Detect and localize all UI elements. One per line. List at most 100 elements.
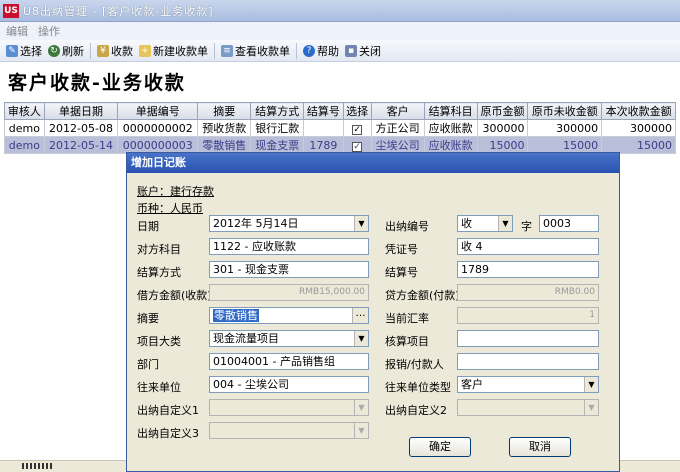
receipt-table: 审核人 单据日期 单据编号 摘要 结算方式 结算号 选择 客户 结算科目 原币金… xyxy=(4,102,676,154)
settle-method-field[interactable]: 301 - 现金支票 xyxy=(209,261,369,278)
cell-method: 银行汇款 xyxy=(250,119,305,137)
custom3-select[interactable]: ▼ xyxy=(209,422,369,439)
debit-label: 借方金额(收款) xyxy=(137,289,212,302)
voucher-no-field[interactable]: 收 4 xyxy=(457,238,599,255)
receive-icon: ¥ xyxy=(97,44,109,57)
reimburse-field[interactable] xyxy=(457,353,599,370)
custom2-label: 出纳自定义2 xyxy=(385,404,447,417)
chevron-down-icon[interactable]: ▼ xyxy=(498,216,512,231)
cell-number: 0000000002 xyxy=(117,119,199,137)
cell-summary: 零散销售 xyxy=(197,136,252,154)
col-number[interactable]: 单据编号 xyxy=(117,102,199,120)
cell-select[interactable]: ✓ xyxy=(342,119,372,137)
table-row[interactable]: demo 2012-05-08 0000000002 预收货款 银行汇款 ✓ 方… xyxy=(4,119,676,137)
cell-settle-no xyxy=(303,119,344,137)
cell-settle-no: 1789 xyxy=(303,136,344,154)
custom2-select[interactable]: ▼ xyxy=(457,399,599,416)
close-icon: ▪ xyxy=(345,44,357,57)
custom1-select[interactable]: ▼ xyxy=(209,399,369,416)
toolbar: ✎ 选择 ↻ 刷新 ¥ 收款 + 新建收款单 ≡ 查看收款单 ? 帮助 ▪ 关闭 xyxy=(0,40,680,62)
select-checkbox[interactable]: ✓ xyxy=(352,124,363,135)
cashier-no-field[interactable]: 0003 xyxy=(539,215,599,232)
help-button[interactable]: ? 帮助 xyxy=(300,42,342,60)
cell-this-amount[interactable]: 15000 xyxy=(601,136,676,154)
col-this-amount[interactable]: 本次收款金额 xyxy=(601,102,676,120)
menu-edit[interactable]: 编辑 xyxy=(6,23,28,39)
credit-label: 贷方金额(付款) xyxy=(385,289,460,302)
select-button[interactable]: ✎ 选择 xyxy=(3,42,45,60)
col-unpaid[interactable]: 原币未收金额 xyxy=(527,102,603,120)
partner-field[interactable]: 004 - 尘埃公司 xyxy=(209,376,369,393)
col-auditor[interactable]: 审核人 xyxy=(4,102,45,120)
view-receipt-button[interactable]: ≡ 查看收款单 xyxy=(218,42,293,60)
reimburse-label: 报销/付款人 xyxy=(385,358,444,371)
col-account[interactable]: 结算科目 xyxy=(423,102,478,120)
counter-subject-field[interactable]: 1122 - 应收账款 xyxy=(209,238,369,255)
select-checkbox[interactable]: ✓ xyxy=(352,141,363,152)
toolbar-separator xyxy=(214,42,215,59)
chevron-down-icon[interactable]: ▼ xyxy=(354,400,368,415)
col-date[interactable]: 单据日期 xyxy=(43,102,119,120)
cancel-button[interactable]: 取消 xyxy=(509,437,571,457)
table-row[interactable]: demo 2012-05-14 0000000003 零散销售 现金支票 178… xyxy=(4,136,676,154)
chevron-down-icon[interactable]: ▼ xyxy=(354,423,368,438)
col-amount[interactable]: 原币金额 xyxy=(476,102,529,120)
table-header-row: 审核人 单据日期 单据编号 摘要 结算方式 结算号 选择 客户 结算科目 原币金… xyxy=(4,102,676,120)
summary-field[interactable]: 零散销售 … xyxy=(209,307,369,324)
col-summary[interactable]: 摘要 xyxy=(197,102,252,120)
col-method[interactable]: 结算方式 xyxy=(250,102,305,120)
cell-customer: 尘埃公司 xyxy=(370,136,425,154)
cell-this-amount[interactable]: 300000 xyxy=(601,119,676,137)
credit-field[interactable]: RMB0.00 xyxy=(457,284,599,301)
partner-type-select[interactable]: 客户 ▼ xyxy=(457,376,599,393)
custom3-label: 出纳自定义3 xyxy=(137,427,199,440)
cell-select[interactable]: ✓ xyxy=(342,136,372,154)
cell-amount: 15000 xyxy=(476,136,529,154)
cell-customer: 方正公司 xyxy=(370,119,425,137)
dept-field[interactable]: 01004001 - 产品销售组 xyxy=(209,353,369,370)
more-icon[interactable]: … xyxy=(352,308,368,323)
project-class-select[interactable]: 现金流量项目 ▼ xyxy=(209,330,369,347)
debit-field[interactable]: RMB15,000.00 xyxy=(209,284,369,301)
menu-operate[interactable]: 操作 xyxy=(38,23,60,39)
col-select[interactable]: 选择 xyxy=(342,102,372,120)
refresh-button[interactable]: ↻ 刷新 xyxy=(45,42,87,60)
rate-field[interactable]: 1 xyxy=(457,307,599,324)
col-settle-no[interactable]: 结算号 xyxy=(303,102,344,120)
progress-dots xyxy=(22,463,52,469)
select-icon: ✎ xyxy=(6,44,18,57)
cell-date: 2012-05-08 xyxy=(43,119,119,137)
check-item-field[interactable] xyxy=(457,330,599,347)
cell-method: 现金支票 xyxy=(250,136,305,154)
date-field[interactable]: 2012年 5月14日 ▼ xyxy=(209,215,369,232)
menu-bar: 编辑 操作 xyxy=(0,22,680,40)
ok-button[interactable]: 确定 xyxy=(409,437,471,457)
custom1-label: 出纳自定义1 xyxy=(137,404,199,417)
page-title: 客户收款-业务收款 xyxy=(8,72,186,94)
new-receipt-icon: + xyxy=(139,44,151,57)
receive-button[interactable]: ¥ 收款 xyxy=(94,42,136,60)
cell-account: 应收账款 xyxy=(423,119,478,137)
cell-unpaid: 15000 xyxy=(527,136,603,154)
cell-account: 应收账款 xyxy=(423,136,478,154)
cell-auditor: demo xyxy=(4,119,45,137)
date-label: 日期 xyxy=(137,220,159,233)
cell-auditor: demo xyxy=(4,136,45,154)
col-customer[interactable]: 客户 xyxy=(370,102,425,120)
cashier-type-select[interactable]: 收 ▼ xyxy=(457,215,513,232)
partner-label: 往来单位 xyxy=(137,381,181,394)
chevron-down-icon[interactable]: ▼ xyxy=(584,377,598,392)
chevron-down-icon[interactable]: ▼ xyxy=(354,331,368,346)
window-title: U8出纳管理 - [客户收款-业务收款] xyxy=(23,4,214,18)
settle-no-field[interactable]: 1789 xyxy=(457,261,599,278)
close-button[interactable]: ▪ 关闭 xyxy=(342,42,384,60)
voucher-no-label: 凭证号 xyxy=(385,243,418,256)
dept-label: 部门 xyxy=(137,358,159,371)
new-receipt-button[interactable]: + 新建收款单 xyxy=(136,42,211,60)
toolbar-separator xyxy=(296,42,297,59)
cell-number: 0000000003 xyxy=(117,136,199,154)
partner-type-label: 往来单位类型 xyxy=(385,381,451,394)
chevron-down-icon[interactable]: ▼ xyxy=(584,400,598,415)
toolbar-separator xyxy=(90,42,91,59)
chevron-down-icon[interactable]: ▼ xyxy=(354,216,368,231)
